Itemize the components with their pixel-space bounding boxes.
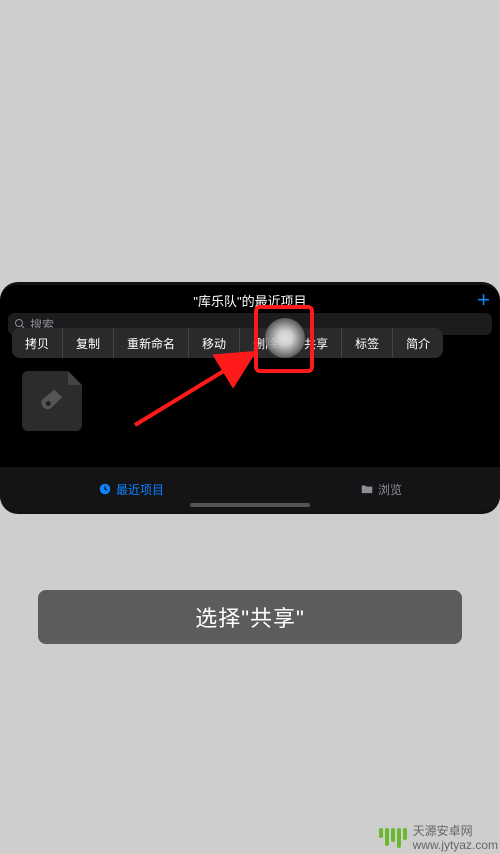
app-panel: "库乐队"的最近项目 + 搜索 拷贝 复制 重新命名 移动 删除 共享 标签 简… [0, 282, 500, 514]
watermark-logo-icon [379, 828, 407, 848]
instruction-caption: 选择"共享" [38, 590, 462, 644]
assistive-touch-button[interactable] [265, 318, 305, 358]
arrow-annotation [125, 345, 275, 435]
project-file-thumb[interactable] [22, 371, 82, 431]
add-button[interactable]: + [477, 289, 490, 311]
folder-icon [360, 482, 374, 496]
tab-browse[interactable]: 浏览 [360, 481, 402, 498]
menu-item-duplicate[interactable]: 复制 [63, 328, 114, 358]
guitar-icon [37, 386, 67, 416]
menu-item-info[interactable]: 简介 [393, 328, 443, 358]
home-indicator[interactable] [190, 503, 310, 507]
tab-recent[interactable]: 最近项目 [98, 481, 164, 498]
bottom-tab-bar: 最近项目 浏览 [0, 467, 500, 511]
tab-browse-label: 浏览 [378, 481, 402, 498]
menu-item-tags[interactable]: 标签 [342, 328, 393, 358]
watermark-line1: 天源安卓网 [413, 824, 498, 838]
menu-item-move[interactable]: 移动 [189, 328, 240, 358]
menu-item-copy[interactable]: 拷贝 [12, 328, 63, 358]
tab-recent-label: 最近项目 [116, 481, 164, 498]
page-fold-icon [68, 371, 82, 385]
watermark-line2: www.jytyaz.com [413, 838, 498, 852]
context-menu: 拷贝 复制 重新命名 移动 删除 共享 标签 简介 [12, 328, 443, 358]
panel-title: "库乐队"的最近项目 [0, 285, 500, 310]
clock-icon [98, 482, 112, 496]
watermark: 天源安卓网 www.jytyaz.com [379, 824, 498, 852]
menu-item-rename[interactable]: 重新命名 [114, 328, 189, 358]
